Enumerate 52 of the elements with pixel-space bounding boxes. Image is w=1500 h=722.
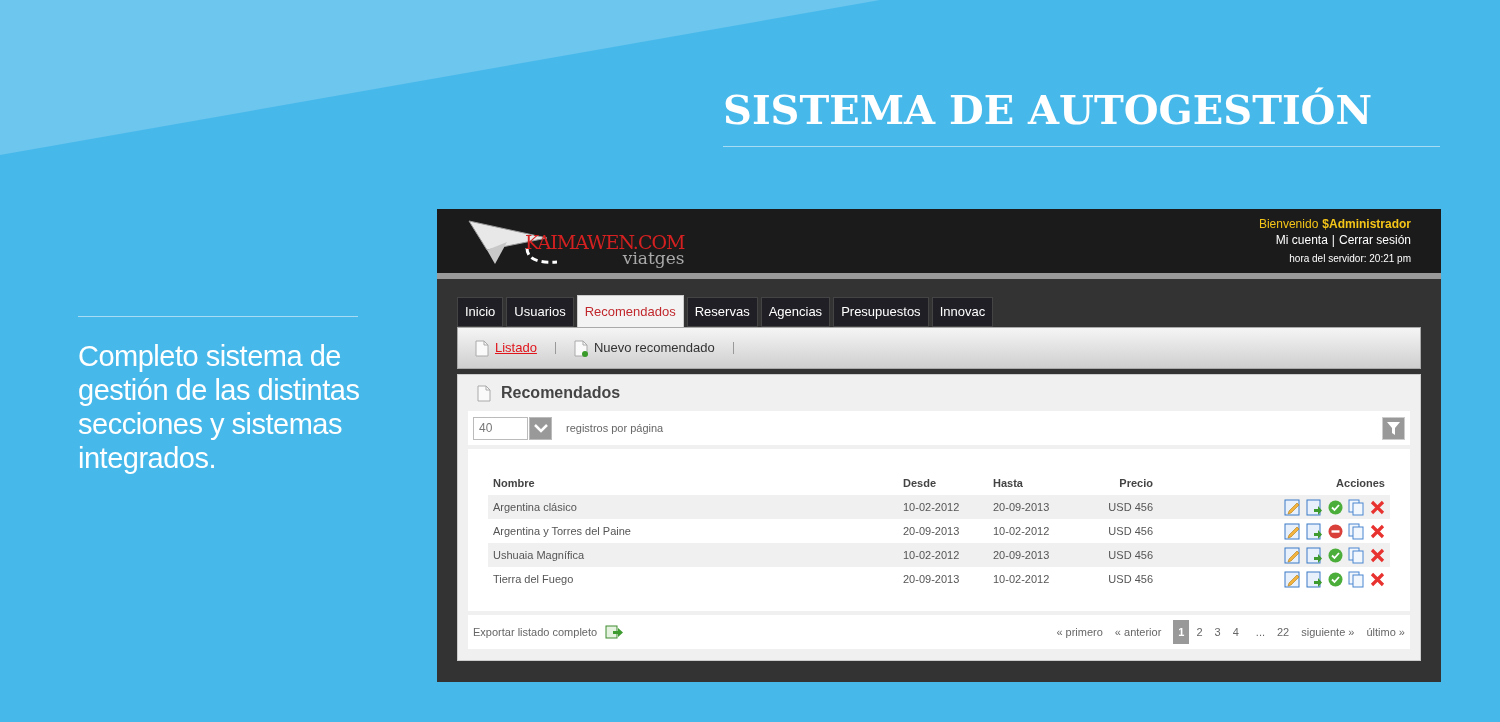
column-header: Acciones — [1335, 475, 1385, 491]
account-link[interactable]: Mi cuenta — [1275, 231, 1328, 248]
table-cell-text: 20-09-2013 — [993, 547, 1051, 563]
nav-tab[interactable]: Inicio — [457, 297, 504, 327]
server-time: hora del servidor: 20:21 pm — [1289, 251, 1411, 266]
logo-subtitle: viatges — [622, 250, 685, 266]
logout-link[interactable]: Cerrar sesión — [1338, 231, 1411, 248]
page-link[interactable]: 22 — [1277, 623, 1290, 641]
nav-tab[interactable]: Reservas — [686, 297, 758, 327]
table-cell-text: USD 456 — [1107, 547, 1153, 563]
ellipsis-text: ... — [1255, 624, 1265, 640]
nav-tab[interactable]: Agencias — [760, 297, 831, 327]
page-size-label: registros por página — [566, 420, 664, 436]
nav-tab[interactable]: Usuarios — [506, 297, 574, 327]
first-page-link[interactable]: « primero — [1056, 623, 1103, 641]
separator-text: | — [1331, 231, 1335, 248]
table-cell-text: 20-09-2013 — [993, 499, 1051, 515]
next-page-link[interactable]: siguiente » — [1301, 623, 1355, 641]
table-cell-text: 20-09-2013 — [903, 523, 961, 539]
panel-title: Recomendados — [501, 383, 621, 403]
table-cell-text: Argentina y Torres del Paine — [493, 523, 632, 539]
logo-brand: KAIMAWEN.COM — [525, 232, 685, 252]
table-cell-text: 10-02-2012 — [903, 499, 961, 515]
page-link[interactable]: 3 — [1209, 620, 1226, 644]
user-name: $Administrador — [1322, 215, 1411, 232]
page-link[interactable]: 2 — [1191, 620, 1208, 644]
page-link[interactable]: 4 — [1227, 620, 1244, 644]
table-cell-text: USD 456 — [1107, 499, 1153, 515]
subnav-link[interactable]: Listado — [495, 338, 537, 358]
table-cell-text: 10-02-2012 — [993, 571, 1051, 587]
table-cell-text: 10-02-2012 — [903, 547, 961, 563]
table-cell-text: USD 456 — [1107, 523, 1153, 539]
table-cell-text: USD 456 — [1107, 571, 1153, 587]
previous-page-link[interactable]: « anterior — [1114, 623, 1162, 641]
table-cell-text: 20-09-2013 — [903, 571, 961, 587]
nav-tab[interactable]: Recomendados — [576, 295, 684, 327]
column-header: Precio — [1118, 475, 1153, 491]
nav-tab[interactable]: Innovac — [931, 297, 994, 327]
description-text: Completo sistema de gestión de las distintas secciones y sistemas integrados. — [78, 339, 361, 475]
page-heading: SISTEMA DE AUTOGESTIÓN — [723, 84, 1440, 147]
table-cell-text: Argentina clásico — [493, 499, 578, 515]
table-cell-text: 10-02-2012 — [993, 523, 1051, 539]
nav-tab[interactable]: Presupuestos — [833, 297, 929, 327]
table-cell-text: Tierra del Fuego — [493, 571, 575, 587]
last-page-link[interactable]: último » — [1366, 623, 1405, 641]
table-cell-text: Ushuaia Magnífica — [493, 547, 586, 563]
column-header: Desde — [903, 475, 938, 491]
greeting-text: Bienvenido — [1258, 215, 1319, 232]
column-header: Hasta — [993, 475, 1024, 491]
subnav-link[interactable]: Nuevo recomendado — [593, 338, 715, 358]
export-link[interactable]: Exportar listado completo — [473, 623, 598, 641]
column-header: Nombre — [493, 475, 536, 491]
